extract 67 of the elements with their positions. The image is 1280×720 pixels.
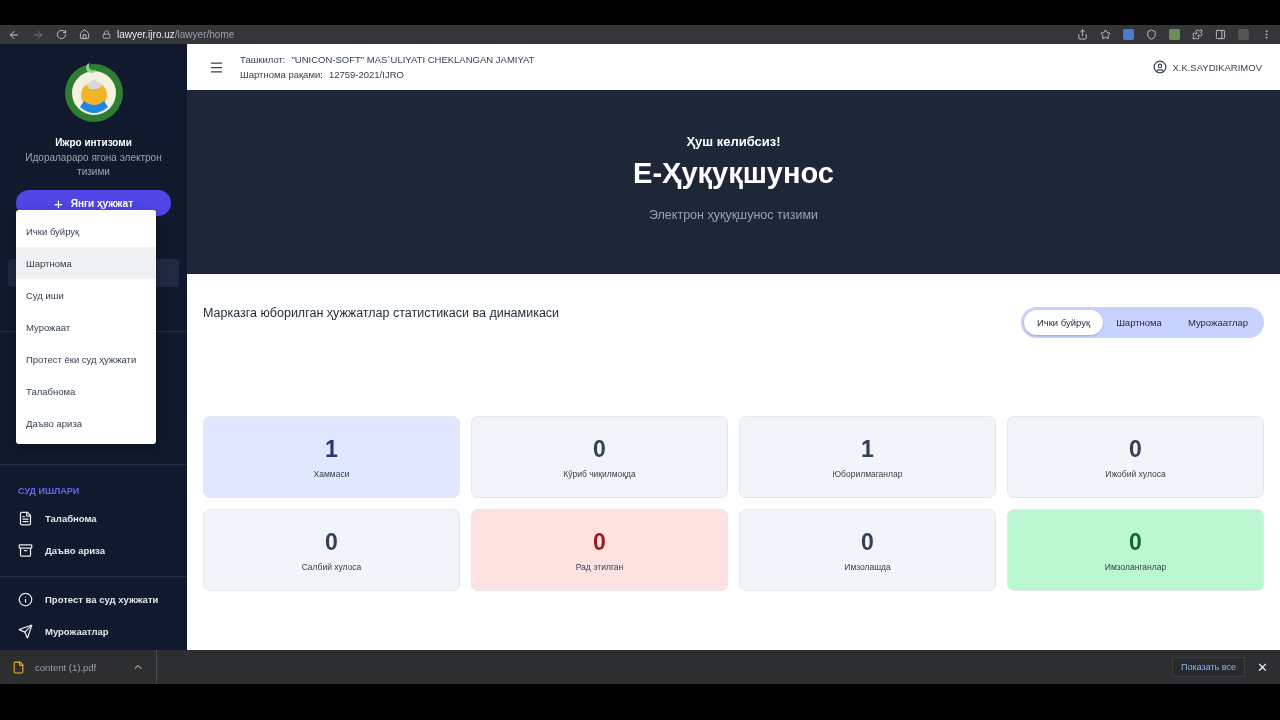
stat-label: Юборилмаганлар bbox=[832, 468, 903, 479]
close-button[interactable]: ✕ bbox=[1251, 658, 1274, 676]
app-title: Ижро интизоми bbox=[54, 137, 133, 148]
tab[interactable]: Шартнома bbox=[1103, 310, 1175, 335]
user-name[interactable]: X.K.SAYDIKARIMOV bbox=[1172, 61, 1262, 73]
stat-value: 0 bbox=[861, 528, 874, 556]
share-icon[interactable] bbox=[1077, 29, 1088, 40]
stat-value: 0 bbox=[1129, 435, 1142, 463]
contract-number: 12759-2021/IJRO bbox=[328, 69, 404, 80]
sidebar-item-label: Мурожаатлар bbox=[45, 625, 109, 637]
stat-label: Ижобий хулоса bbox=[1105, 468, 1166, 479]
address-field[interactable]: lawyer.ijro.uz/lawyer/home bbox=[117, 29, 235, 40]
menu-item[interactable]: Шартнома bbox=[16, 247, 156, 279]
sidebar-item-label: Протест ва суд хужжати bbox=[45, 593, 159, 605]
sidebar-item-label: Даъво ариза bbox=[45, 544, 105, 556]
stat-value: 0 bbox=[1129, 528, 1142, 556]
stat-label: Имзоланганлар bbox=[1104, 561, 1167, 572]
stat-label: Салбий хулоса bbox=[301, 561, 362, 572]
side-panel-icon[interactable] bbox=[1215, 29, 1226, 40]
sidebar-item-label: Талабнома bbox=[45, 512, 97, 524]
stat-label: Имзолашда bbox=[844, 561, 891, 572]
stat-label: Рад этилган bbox=[575, 561, 624, 572]
stat-value: 0 bbox=[593, 528, 606, 556]
tab[interactable]: Мурожаатлар bbox=[1174, 310, 1261, 335]
send-icon bbox=[18, 623, 33, 639]
sidebar-item[interactable]: Даъво ариза bbox=[0, 534, 187, 566]
sidebar-item[interactable]: Протест ва суд хужжати bbox=[0, 583, 187, 615]
organization-label: Ташкилот: bbox=[240, 54, 286, 65]
sidebar-item[interactable]: Талабнома bbox=[0, 502, 187, 534]
tab[interactable]: Ички буйруқ bbox=[1023, 310, 1104, 335]
stat-label: Кўриб чиқилмоқда bbox=[563, 468, 636, 479]
menu-item[interactable]: Даъво ариза bbox=[16, 407, 156, 439]
stat-value: 1 bbox=[861, 435, 874, 463]
reload-icon[interactable] bbox=[56, 29, 67, 40]
archive-box-icon bbox=[18, 542, 33, 558]
user-icon bbox=[1153, 60, 1168, 74]
menu-icon[interactable] bbox=[209, 59, 224, 75]
sidebar-item[interactable]: Мурожаатлар bbox=[0, 615, 187, 647]
file-name: content (1).pdf bbox=[35, 661, 98, 673]
stat-value: 0 bbox=[593, 435, 606, 463]
menu-item[interactable]: Талабнома bbox=[16, 375, 156, 407]
stat-value: 0 bbox=[325, 528, 338, 556]
extensions-icon[interactable] bbox=[1192, 29, 1203, 40]
download-item[interactable]: content (1).pdf bbox=[0, 650, 157, 684]
greeting: Ҳуш келибсиз! bbox=[686, 134, 781, 149]
document-icon bbox=[18, 510, 33, 526]
show-all-button[interactable]: Показать все bbox=[1172, 657, 1245, 677]
menu-item[interactable]: Ички буйруқ bbox=[16, 215, 156, 247]
file-icon bbox=[12, 660, 25, 674]
section-title: Марказга юборилган ҳужжатлар статистикаси ва динамикаси bbox=[203, 306, 560, 320]
stat-label: Хаммаси bbox=[313, 468, 350, 479]
hero-title: Е-Ҳуқуқшунос bbox=[633, 157, 834, 190]
section-heading: СУД ИШЛАРИ bbox=[17, 485, 81, 498]
organization-name: "UNICON-SOFT" MAS`ULIYATI CHEKLANGAN JAMIYAT bbox=[291, 54, 535, 65]
menu-item[interactable]: Суд иши bbox=[16, 279, 156, 311]
hero-subtitle: Электрон ҳуқуқшунос тизими bbox=[649, 208, 818, 222]
shield-icon[interactable] bbox=[1146, 29, 1157, 40]
lock-icon bbox=[102, 30, 111, 39]
back-icon[interactable] bbox=[8, 28, 20, 41]
info-icon bbox=[18, 591, 33, 607]
bookmark-star-icon[interactable] bbox=[1100, 29, 1111, 40]
contract-label: Шартнома рақами: bbox=[240, 69, 323, 80]
menu-item[interactable]: Мурожаат bbox=[16, 311, 156, 343]
home-icon[interactable] bbox=[79, 29, 90, 40]
app-subtitle: Идоралараро ягона электрон тизими bbox=[24, 151, 163, 179]
menu-item[interactable]: Протест ёки суд ҳужжати bbox=[16, 343, 156, 375]
stat-value: 1 bbox=[325, 435, 338, 463]
